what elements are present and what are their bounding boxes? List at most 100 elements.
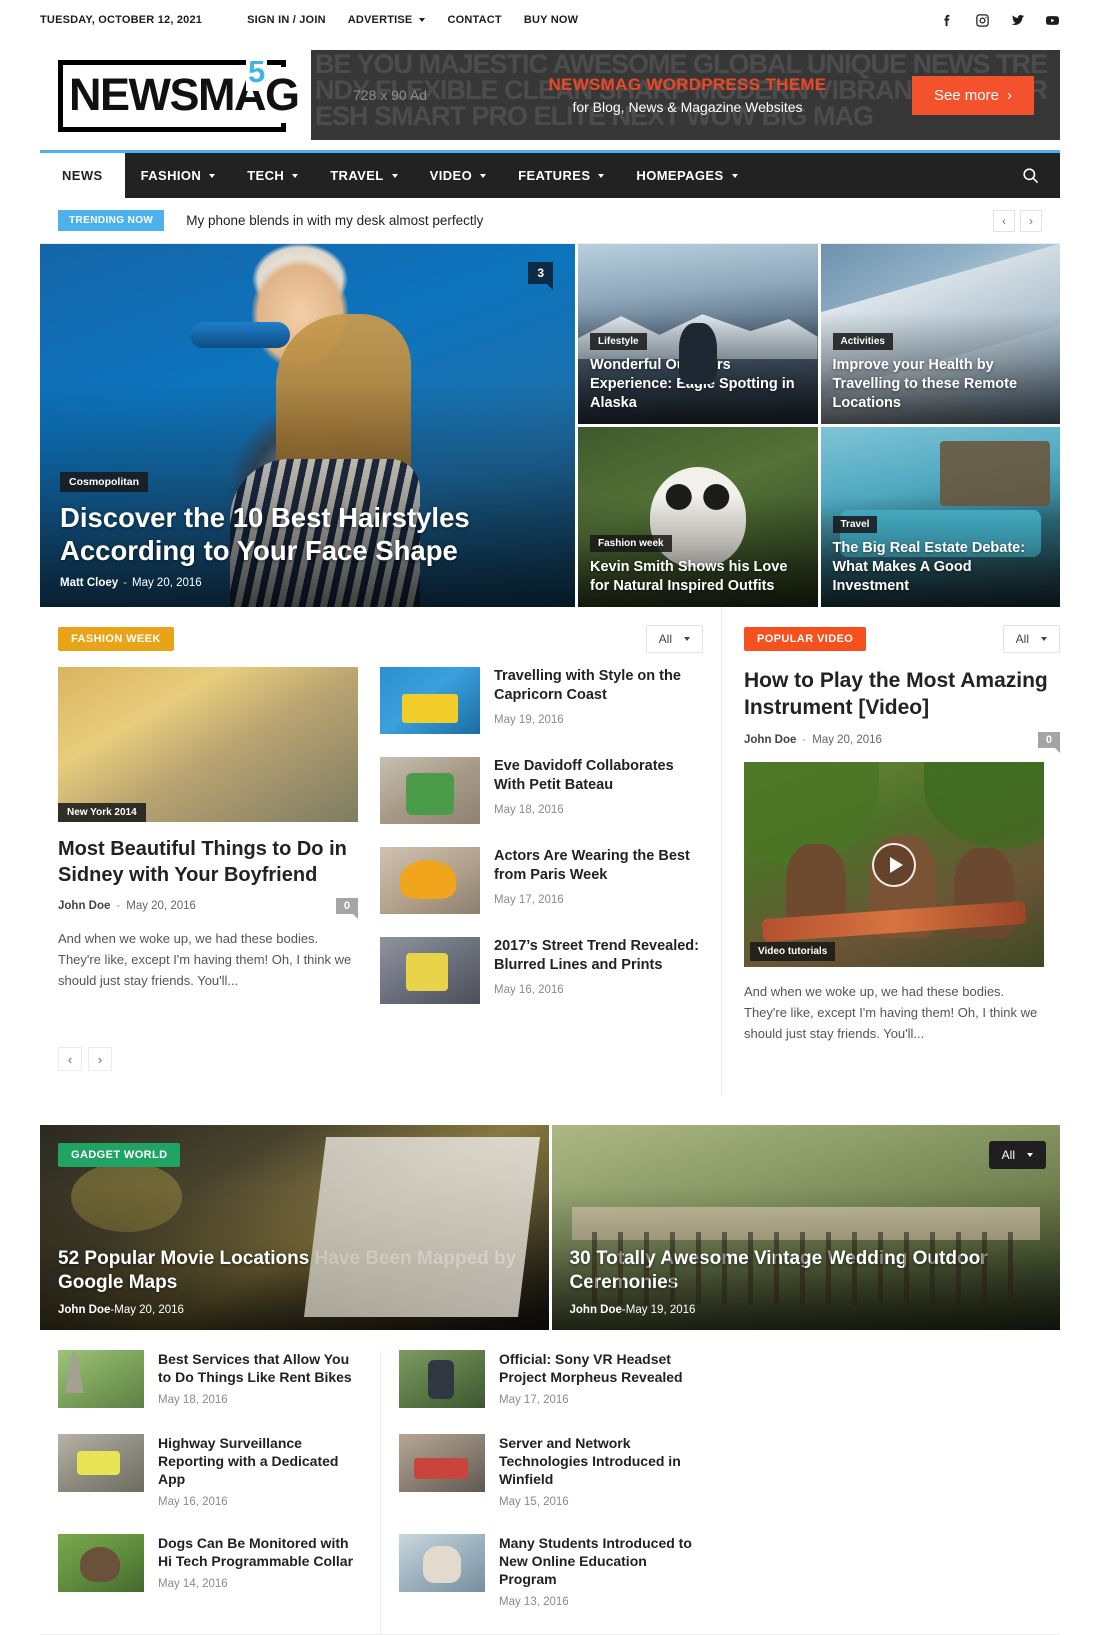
post-title[interactable]: Dogs Can Be Monitored with Hi Tech Progr…	[158, 1534, 362, 1570]
post-title[interactable]: Highway Surveillance Reporting with a De…	[158, 1434, 362, 1488]
gadget-post-column-right: Official: Sony VR Headset Project Morphe…	[381, 1350, 722, 1634]
gadget-card-movie-locations[interactable]: GADGET WORLD 52 Popular Movie Locations …	[40, 1125, 549, 1330]
card-content: Fashion week Kevin Smith Shows his Love …	[590, 533, 806, 596]
sidebar-column: POPULAR VIDEO All How to Play the Most A…	[722, 607, 1061, 1095]
publish-date: May 20, 2016	[114, 1304, 184, 1316]
list-item[interactable]: Dogs Can Be Monitored with Hi Tech Progr…	[58, 1534, 362, 1618]
gadget-world-badge[interactable]: GADGET WORLD	[58, 1143, 181, 1167]
post-date: May 16, 2016	[494, 984, 564, 996]
gadget-world-filter-select[interactable]: All	[988, 1141, 1046, 1169]
facebook-icon[interactable]	[939, 12, 955, 28]
nav-item-homepages[interactable]: HOMEPAGES	[620, 153, 753, 198]
category-label[interactable]: Video tutorials	[750, 942, 836, 961]
list-item[interactable]: 2017’s Street Trend Revealed: Blurred Li…	[380, 937, 703, 1027]
main-column: FASHION WEEK All New York 2014 Most Beau…	[40, 607, 722, 1095]
instagram-icon[interactable]	[974, 12, 990, 28]
comment-count-badge: 3	[528, 262, 553, 290]
popular-video-badge[interactable]: POPULAR VIDEO	[744, 627, 867, 651]
hero-featured-card[interactable]: 3 Cosmopolitan Discover the 10 Best Hair…	[40, 244, 575, 607]
chevron-down-icon	[391, 173, 398, 178]
list-item[interactable]: Many Students Introduced to New Online E…	[399, 1534, 704, 1634]
youtube-icon[interactable]	[1044, 12, 1060, 28]
hero-side-card-panda[interactable]: Fashion week Kevin Smith Shows his Love …	[578, 427, 818, 607]
post-title[interactable]: Eve Davidoff Collaborates With Petit Bat…	[494, 757, 703, 795]
content-body: FASHION WEEK All New York 2014 Most Beau…	[40, 607, 1061, 1095]
feature-thumbnail[interactable]: New York 2014	[58, 667, 358, 822]
ad-banner[interactable]: BE YOU MAJESTIC AWESOME GLOBAL UNIQUE NE…	[311, 50, 1060, 140]
top-link-buynow[interactable]: BUY NOW	[524, 14, 578, 26]
category-label[interactable]: Fashion week	[590, 535, 672, 552]
fashion-week-badge[interactable]: FASHION WEEK	[58, 627, 174, 651]
card-title[interactable]: Kevin Smith Shows his Love for Natural I…	[590, 558, 806, 596]
top-link-advertise[interactable]: ADVERTISE	[348, 14, 426, 26]
post-title[interactable]: Actors Are Wearing the Best from Paris W…	[494, 847, 703, 885]
post-title[interactable]: 2017’s Street Trend Revealed: Blurred Li…	[494, 937, 703, 975]
popular-video-filter-select[interactable]: All	[1002, 625, 1060, 653]
nav-item-tech[interactable]: TECH	[231, 153, 314, 198]
card-title[interactable]: The Big Real Estate Debate: What Makes A…	[833, 539, 1049, 596]
list-item[interactable]: Travelling with Style on the Capricorn C…	[380, 667, 703, 757]
post-title[interactable]: Official: Sony VR Headset Project Morphe…	[499, 1350, 704, 1386]
author-name[interactable]: John Doe	[570, 1304, 622, 1316]
gadget-card-vintage-wedding[interactable]: All 30 Totally Awesome Vintage Wedding O…	[551, 1125, 1060, 1330]
hero-side-card-pool[interactable]: Travel The Big Real Estate Debate: What …	[820, 427, 1060, 607]
category-label[interactable]: Cosmopolitan	[60, 472, 148, 492]
top-link-signin[interactable]: SIGN IN / JOIN	[247, 14, 326, 26]
card-title[interactable]: Improve your Health by Travelling to the…	[833, 356, 1049, 413]
see-more-button[interactable]: See more ›	[911, 75, 1034, 115]
nav-item-travel[interactable]: TRAVEL	[314, 153, 413, 198]
list-item[interactable]: Server and Network Technologies Introduc…	[399, 1434, 704, 1534]
author-name[interactable]: Matt Cloey	[60, 577, 118, 589]
chevron-down-icon	[419, 18, 426, 22]
hero-featured-title[interactable]: Discover the 10 Best Hairstyles Accordin…	[60, 501, 480, 567]
author-name[interactable]: John Doe	[58, 900, 110, 912]
trending-next-button[interactable]: ›	[1020, 209, 1042, 232]
trending-headline[interactable]: My phone blends in with my desk almost p…	[186, 213, 483, 228]
card-title[interactable]: 52 Popular Movie Locations Have Been Map…	[58, 1247, 531, 1295]
post-title[interactable]: Best Services that Allow You to Do Thing…	[158, 1350, 362, 1386]
chevron-down-icon	[684, 637, 690, 641]
fashion-week-filter-select[interactable]: All	[645, 625, 703, 653]
post-title[interactable]: Server and Network Technologies Introduc…	[499, 1434, 704, 1488]
trending-prev-button[interactable]: ‹	[993, 209, 1015, 232]
post-thumbnail	[380, 757, 480, 824]
list-item[interactable]: Highway Surveillance Reporting with a De…	[58, 1434, 362, 1534]
site-logo[interactable]: NEWSMAG 5	[40, 55, 302, 135]
list-item[interactable]: Eve Davidoff Collaborates With Petit Bat…	[380, 757, 703, 847]
hero-side-card-plane[interactable]: Activities Improve your Health by Travel…	[820, 244, 1060, 424]
card-title[interactable]: Wonderful Outdoors Experience: Eagle Spo…	[590, 356, 806, 413]
post-thumbnail	[58, 1534, 144, 1592]
top-link-contact[interactable]: CONTACT	[447, 14, 501, 26]
video-title[interactable]: How to Play the Most Amazing Instrument …	[744, 667, 1060, 721]
post-title[interactable]: Travelling with Style on the Capricorn C…	[494, 667, 703, 705]
nav-item-fashion[interactable]: FASHION	[125, 153, 232, 198]
card-content: 30 Totally Awesome Vintage Wedding Outdo…	[570, 1247, 1043, 1316]
post-date: May 16, 2016	[158, 1496, 228, 1508]
list-item[interactable]: Actors Are Wearing the Best from Paris W…	[380, 847, 703, 937]
trending-nav: ‹ ›	[993, 209, 1042, 232]
feature-title[interactable]: Most Beautiful Things to Do in Sidney wi…	[58, 836, 358, 888]
search-icon[interactable]	[1001, 153, 1060, 198]
play-button-icon[interactable]	[872, 842, 916, 887]
card-title[interactable]: 30 Totally Awesome Vintage Wedding Outdo…	[570, 1247, 1043, 1295]
nav-item-features[interactable]: FEATURES	[502, 153, 620, 198]
category-label[interactable]: Travel	[832, 516, 878, 533]
author-name[interactable]: John Doe	[744, 734, 796, 746]
post-body: Server and Network Technologies Introduc…	[499, 1434, 704, 1508]
author-name[interactable]: John Doe	[58, 1304, 110, 1316]
list-item[interactable]: Best Services that Allow You to Do Thing…	[58, 1350, 362, 1434]
category-label[interactable]: Lifestyle	[590, 333, 647, 350]
hero-side-card-alaska[interactable]: Lifestyle Wonderful Outdoors Experience:…	[578, 244, 818, 424]
fashion-week-carousel-nav: ‹ ›	[40, 1027, 721, 1095]
nav-item-news[interactable]: NEWS	[40, 153, 125, 198]
list-item[interactable]: Official: Sony VR Headset Project Morphe…	[399, 1350, 704, 1434]
chevron-down-icon	[1041, 637, 1047, 641]
carousel-prev-button[interactable]: ‹	[58, 1047, 82, 1071]
carousel-next-button[interactable]: ›	[88, 1047, 112, 1071]
post-body: 2017’s Street Trend Revealed: Blurred Li…	[494, 937, 703, 1004]
category-label[interactable]: New York 2014	[58, 803, 146, 822]
twitter-icon[interactable]	[1009, 12, 1025, 28]
category-label[interactable]: Activities	[832, 333, 893, 350]
nav-item-video[interactable]: VIDEO	[414, 153, 502, 198]
video-player[interactable]: Video tutorials	[744, 762, 1044, 967]
